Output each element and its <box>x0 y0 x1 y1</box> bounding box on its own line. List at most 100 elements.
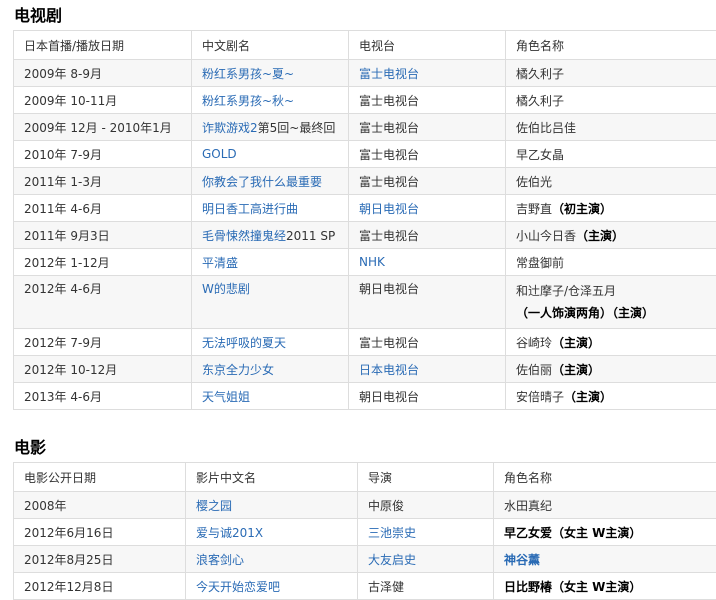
role-note: （主演） <box>552 336 600 350</box>
date-cell: 2011年 1-3月 <box>14 168 192 195</box>
role-name: 安倍晴子 <box>516 390 564 404</box>
drama-title-link[interactable]: 无法呼吸的夏天 <box>202 336 286 350</box>
drama-title-link[interactable]: 诈欺游戏2 <box>202 121 258 135</box>
movie-table: 电影公开日期 影片中文名 导演 角色名称 2008年 樱之园 中原俊 水田真纪 … <box>13 462 716 600</box>
date-cell: 2013年 4-6月 <box>14 383 192 410</box>
role-name: 佐伯丽 <box>516 363 552 377</box>
station-cell: 朝日电视台 <box>349 383 506 410</box>
episode-note: 第5回~最终回 <box>258 121 336 135</box>
station-cell: 朝日电视台 <box>349 276 506 329</box>
role-cell: 水田真纪 <box>494 492 716 519</box>
director-cell: 古泽健 <box>358 573 494 600</box>
role-cell: 早乙女晶 <box>506 141 716 168</box>
table-row: 2011年 1-3月 你教会了我什么最重要 富士电视台 佐伯光 <box>14 168 716 195</box>
role-cell: 常盘御前 <box>506 249 716 276</box>
table-row: 2009年 8-9月 粉红系男孩~夏~ 富士电视台 橘久利子 <box>14 60 716 87</box>
drama-title-link[interactable]: 粉红系男孩~夏~ <box>202 67 294 81</box>
date-cell: 2012年 10-12月 <box>14 356 192 383</box>
station-cell: 富士电视台 <box>349 329 506 356</box>
drama-title-link[interactable]: 东京全力少女 <box>202 363 274 377</box>
role-cell: 日比野椿（女主 W主演） <box>494 573 716 600</box>
table-row: 2013年 4-6月 天气姐姐 朝日电视台 安倍晴子（主演） <box>14 383 716 410</box>
date-cell: 2010年 7-9月 <box>14 141 192 168</box>
role-cell: 安倍晴子（主演） <box>506 383 716 410</box>
date-cell: 2012年 7-9月 <box>14 329 192 356</box>
role-note: （一人饰演两角）（主演） <box>516 302 716 324</box>
date-cell: 2009年 8-9月 <box>14 60 192 87</box>
role-cell: 早乙女爱（女主 W主演） <box>494 519 716 546</box>
drama-title-link[interactable]: 粉红系男孩~秋~ <box>202 94 294 108</box>
table-header-row: 日本首播/播放日期 中文剧名 电视台 角色名称 <box>14 31 716 60</box>
table-row: 2012年 1-12月 平清盛 NHK 常盘御前 <box>14 249 716 276</box>
role-note: （初主演） <box>552 202 612 216</box>
column-header-date: 电影公开日期 <box>14 463 186 492</box>
column-header-date: 日本首播/播放日期 <box>14 31 192 60</box>
role-cell: 小山今日香（主演） <box>506 222 716 249</box>
role-cell: 橘久利子 <box>506 87 716 114</box>
tv-section-heading: 电视剧 <box>14 2 62 26</box>
date-cell: 2011年 9月3日 <box>14 222 192 249</box>
role-name: 吉野直 <box>516 202 552 216</box>
drama-title-link[interactable]: W的悲剧 <box>202 282 250 296</box>
role-name: 谷崎玲 <box>516 336 552 350</box>
table-row: 2012年12月8日 今天开始恋爱吧 古泽健 日比野椿（女主 W主演） <box>14 573 716 600</box>
table-row: 2008年 樱之园 中原俊 水田真纪 <box>14 492 716 519</box>
station-cell: 富士电视台 <box>349 114 506 141</box>
table-row: 2012年8月25日 浪客剑心 大友启史 神谷薰 <box>14 546 716 573</box>
movie-title-link[interactable]: 浪客剑心 <box>196 553 244 567</box>
role-cell: 和辻摩子/仓泽五月（一人饰演两角）（主演） <box>506 276 716 329</box>
director-cell: 中原俊 <box>358 492 494 519</box>
station-link[interactable]: 朝日电视台 <box>359 202 419 216</box>
table-header-row: 电影公开日期 影片中文名 导演 角色名称 <box>14 463 716 492</box>
director-link[interactable]: 大友启史 <box>368 553 416 567</box>
director-link[interactable]: 三池崇史 <box>368 526 416 540</box>
date-cell: 2012年6月16日 <box>14 519 186 546</box>
station-cell: 富士电视台 <box>349 168 506 195</box>
role-cell: 橘久利子 <box>506 60 716 87</box>
table-row: 2012年 7-9月 无法呼吸的夏天 富士电视台 谷崎玲（主演） <box>14 329 716 356</box>
station-cell: 富士电视台 <box>349 222 506 249</box>
role-note: （主演） <box>552 363 600 377</box>
table-row: 2011年 9月3日 毛骨悚然撞鬼经2011 SP 富士电视台 小山今日香（主演… <box>14 222 716 249</box>
drama-title-link[interactable]: 平清盛 <box>202 256 238 270</box>
column-header-director: 导演 <box>358 463 494 492</box>
role-name: 和辻摩子/仓泽五月 <box>516 280 716 302</box>
role-name: 小山今日香 <box>516 229 576 243</box>
date-cell: 2008年 <box>14 492 186 519</box>
table-row: 2012年 4-6月 W的悲剧 朝日电视台 和辻摩子/仓泽五月（一人饰演两角）（… <box>14 276 716 329</box>
column-header-station: 电视台 <box>349 31 506 60</box>
column-header-role: 角色名称 <box>494 463 716 492</box>
drama-title-link[interactable]: 天气姐姐 <box>202 390 250 404</box>
table-row: 2011年 4-6月 明日香工高进行曲 朝日电视台 吉野直（初主演） <box>14 195 716 222</box>
role-link[interactable]: 神谷薰 <box>504 553 540 567</box>
title-suffix: 2011 SP <box>286 229 335 243</box>
role-cell: 谷崎玲（主演） <box>506 329 716 356</box>
movie-title-link[interactable]: 今天开始恋爱吧 <box>196 580 280 594</box>
table-row: 2012年 10-12月 东京全力少女 日本电视台 佐伯丽（主演） <box>14 356 716 383</box>
role-note: （主演） <box>564 390 612 404</box>
date-cell: 2011年 4-6月 <box>14 195 192 222</box>
column-header-role: 角色名称 <box>506 31 716 60</box>
date-cell: 2009年 12月 - 2010年1月 <box>14 114 192 141</box>
drama-title-link[interactable]: GOLD <box>202 147 237 161</box>
drama-title-link[interactable]: 毛骨悚然撞鬼经 <box>202 229 286 243</box>
date-cell: 2012年 4-6月 <box>14 276 192 329</box>
table-row: 2009年 12月 - 2010年1月 诈欺游戏2第5回~最终回 富士电视台 佐… <box>14 114 716 141</box>
role-cell: 佐伯比吕佳 <box>506 114 716 141</box>
movie-title-link[interactable]: 爱与诚201X <box>196 526 263 540</box>
column-header-title: 中文剧名 <box>192 31 349 60</box>
tv-drama-table: 日本首播/播放日期 中文剧名 电视台 角色名称 2009年 8-9月 粉红系男孩… <box>13 30 716 410</box>
drama-title-link[interactable]: 你教会了我什么最重要 <box>202 175 322 189</box>
role-note: （主演） <box>576 229 624 243</box>
date-cell: 2012年12月8日 <box>14 573 186 600</box>
table-row: 2009年 10-11月 粉红系男孩~秋~ 富士电视台 橘久利子 <box>14 87 716 114</box>
drama-title-link[interactable]: 明日香工高进行曲 <box>202 202 298 216</box>
role-cell: 佐伯光 <box>506 168 716 195</box>
table-row: 2012年6月16日 爱与诚201X 三池崇史 早乙女爱（女主 W主演） <box>14 519 716 546</box>
station-link[interactable]: 日本电视台 <box>359 363 419 377</box>
station-link[interactable]: NHK <box>359 255 385 269</box>
station-link[interactable]: 富士电视台 <box>359 67 419 81</box>
station-cell: 富士电视台 <box>349 141 506 168</box>
role-cell: 吉野直（初主演） <box>506 195 716 222</box>
movie-title-link[interactable]: 樱之园 <box>196 499 232 513</box>
